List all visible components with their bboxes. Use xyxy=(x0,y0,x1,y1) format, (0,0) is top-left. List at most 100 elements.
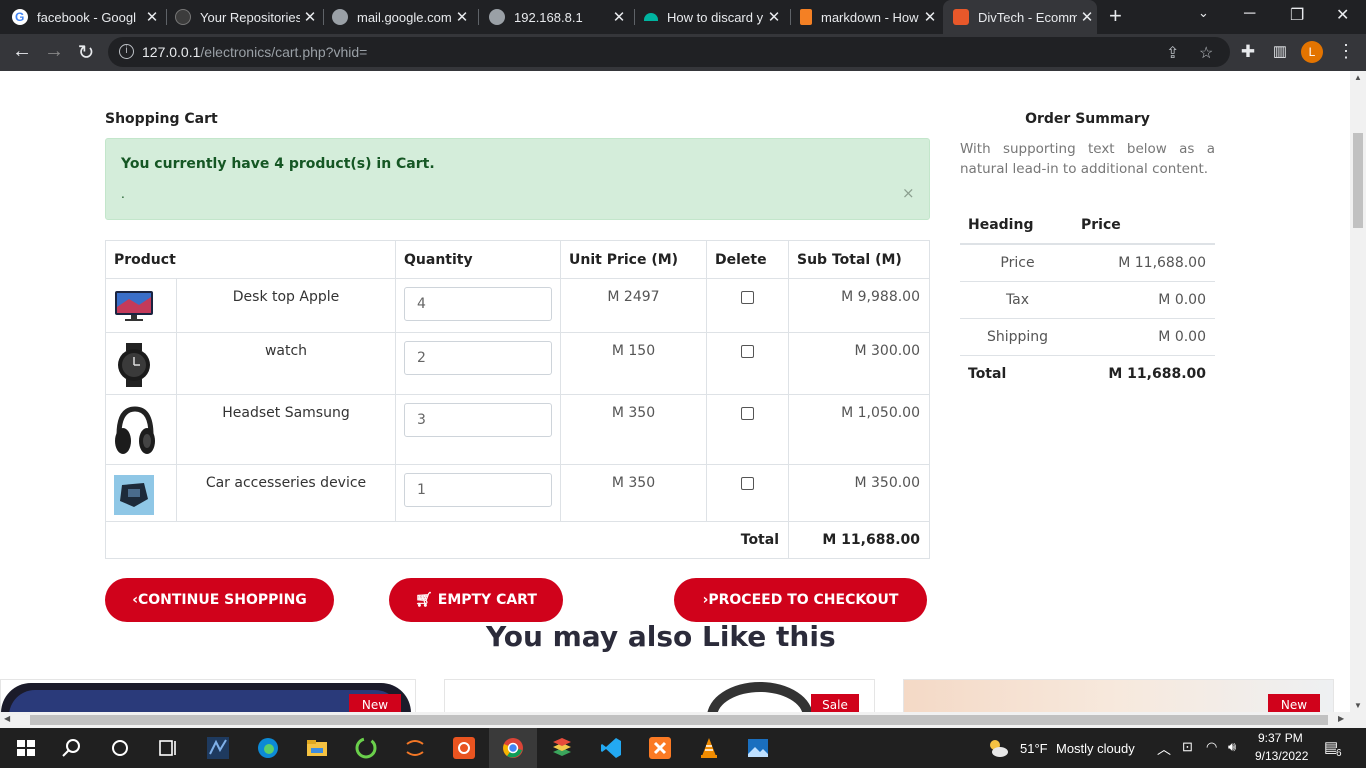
xampp-icon[interactable] xyxy=(648,736,672,760)
tab-router[interactable]: 192.168.8.1 ✕ xyxy=(489,0,629,34)
scroll-left-icon[interactable]: ◀ xyxy=(4,714,10,723)
bookmark-star-icon[interactable]: ☆ xyxy=(1199,43,1213,63)
total-label: Total xyxy=(105,521,789,559)
url-text[interactable]: 127.0.0.1/electronics/cart.php?vhid= xyxy=(142,44,367,60)
cortana-icon[interactable] xyxy=(108,736,132,760)
tab-repositories[interactable]: Your Repositories ✕ xyxy=(175,0,320,34)
notification-count: 6 xyxy=(1336,748,1342,759)
device-icon[interactable]: ⊡ xyxy=(1182,739,1193,755)
table-row: Car accesseries device M 350 M 350.00 xyxy=(105,464,930,522)
delete-checkbox[interactable] xyxy=(741,407,754,420)
scroll-up-icon[interactable]: ▲ xyxy=(1354,73,1362,82)
quantity-input[interactable] xyxy=(404,341,552,375)
close-icon[interactable]: ✕ xyxy=(300,8,320,26)
subtotal: M 300.00 xyxy=(788,332,930,395)
desktop-monitor-icon xyxy=(115,291,153,321)
product-name[interactable]: watch xyxy=(176,332,396,395)
unit-price: M 350 xyxy=(560,394,707,465)
close-icon[interactable]: ✕ xyxy=(920,8,940,26)
address-bar[interactable]: i 127.0.0.1/electronics/cart.php?vhid= ⇪… xyxy=(108,37,1230,67)
github-icon xyxy=(175,9,191,25)
bluestacks-icon[interactable] xyxy=(550,736,574,760)
cart-header-row: Product Quantity Unit Price (M) Delete S… xyxy=(105,240,930,279)
scroll-thumb[interactable] xyxy=(30,715,1328,725)
quantity-input[interactable] xyxy=(404,403,552,437)
app-ring-icon[interactable] xyxy=(354,736,378,760)
tab-markdown[interactable]: markdown - How ✕ xyxy=(800,0,940,34)
weather-temp[interactable]: 51°F xyxy=(1020,741,1048,756)
close-icon[interactable]: ✕ xyxy=(1077,8,1097,26)
windows-start-icon[interactable] xyxy=(14,736,38,760)
clock-time[interactable]: 9:37 PM xyxy=(1258,731,1303,745)
weather-desc[interactable]: Mostly cloudy xyxy=(1056,741,1135,756)
empty-cart-button[interactable]: 🛒︎ EMPTY CART xyxy=(389,578,563,622)
product-card[interactable]: New xyxy=(903,679,1334,712)
reload-icon[interactable]: ↻ xyxy=(74,40,98,65)
show-hidden-icons-icon[interactable]: ︿ xyxy=(1157,739,1171,759)
quantity-input[interactable] xyxy=(404,473,552,507)
product-name[interactable]: Car accesseries device xyxy=(176,464,396,522)
horizontal-scrollbar[interactable]: ◀ ▶ xyxy=(0,712,1366,728)
chrome-icon[interactable] xyxy=(501,736,525,760)
tab-mail[interactable]: mail.google.com ✕ xyxy=(332,0,472,34)
delete-checkbox[interactable] xyxy=(741,345,754,358)
vertical-scrollbar[interactable]: ▲ ▼ xyxy=(1350,71,1366,712)
task-view-icon[interactable] xyxy=(156,736,180,760)
app-icon[interactable] xyxy=(206,736,230,760)
vlc-icon[interactable] xyxy=(697,736,721,760)
jupyter-icon[interactable] xyxy=(403,736,427,760)
subtotal: M 1,050.00 xyxy=(788,394,930,465)
quantity-input[interactable] xyxy=(404,287,552,321)
restore-icon[interactable]: ❐ xyxy=(1290,5,1304,25)
col-delete: Delete xyxy=(706,240,789,279)
clock-date[interactable]: 9/13/2022 xyxy=(1255,749,1308,763)
product-thumb xyxy=(105,464,177,522)
tab-divtech[interactable]: DivTech - Ecomm ✕ xyxy=(943,0,1097,34)
alert-close-button[interactable]: × xyxy=(902,184,915,202)
photos-icon[interactable] xyxy=(746,736,770,760)
close-icon[interactable]: ✕ xyxy=(142,8,162,26)
total-row: Total M 11,688.00 xyxy=(105,521,930,559)
product-card[interactable]: New xyxy=(0,679,416,712)
delete-checkbox[interactable] xyxy=(741,477,754,490)
new-tab-button[interactable]: + xyxy=(1109,3,1122,29)
extensions-icon[interactable]: ✚ xyxy=(1236,42,1260,62)
back-icon[interactable]: ← xyxy=(10,40,34,63)
xampp-icon xyxy=(953,9,969,25)
volume-icon[interactable]: 🔊︎ xyxy=(1228,739,1236,755)
product-name[interactable]: Desk top Apple xyxy=(176,278,396,333)
forward-icon[interactable]: → xyxy=(42,40,66,63)
proceed-checkout-button[interactable]: ›PROCEED TO CHECKOUT xyxy=(674,578,927,622)
summary-row: Tax M 0.00 xyxy=(960,281,1215,319)
file-explorer-icon[interactable] xyxy=(305,736,329,760)
window-close-icon[interactable]: ✕ xyxy=(1336,5,1349,25)
order-summary-title: Order Summary xyxy=(1025,111,1150,127)
profile-avatar[interactable]: L xyxy=(1301,41,1323,63)
scroll-down-icon[interactable]: ▼ xyxy=(1354,701,1362,710)
close-icon[interactable]: ✕ xyxy=(452,8,472,26)
continue-shopping-button[interactable]: ‹CONTINUE SHOPPING xyxy=(105,578,334,622)
scroll-right-icon[interactable]: ▶ xyxy=(1338,714,1344,723)
vscode-icon[interactable] xyxy=(599,736,623,760)
search-icon[interactable] xyxy=(60,736,84,760)
wifi-icon[interactable]: ◠ xyxy=(1206,739,1217,755)
edge-icon[interactable] xyxy=(256,736,280,760)
ubuntu-icon[interactable] xyxy=(452,736,476,760)
product-name[interactable]: Headset Samsung xyxy=(176,394,396,465)
scroll-thumb[interactable] xyxy=(1353,133,1363,228)
tab-search-icon[interactable]: ⌄ xyxy=(1198,5,1209,21)
tab-facebook[interactable]: G facebook - Googl ✕ xyxy=(12,0,162,34)
globe-icon xyxy=(489,9,505,25)
share-icon[interactable]: ⇪ xyxy=(1166,43,1179,63)
tab-discard[interactable]: How to discard y ✕ xyxy=(644,0,784,34)
close-icon[interactable]: ✕ xyxy=(609,8,629,26)
side-panel-icon[interactable]: ▥ xyxy=(1268,42,1292,60)
minimize-icon[interactable]: ─ xyxy=(1244,5,1255,23)
delete-checkbox[interactable] xyxy=(741,291,754,304)
info-icon[interactable]: i xyxy=(119,44,134,59)
product-card[interactable]: Sale xyxy=(444,679,875,712)
col-quantity: Quantity xyxy=(395,240,561,279)
menu-icon[interactable]: ⋮ xyxy=(1334,41,1358,62)
close-icon[interactable]: ✕ xyxy=(764,8,784,26)
site-icon xyxy=(644,13,658,21)
